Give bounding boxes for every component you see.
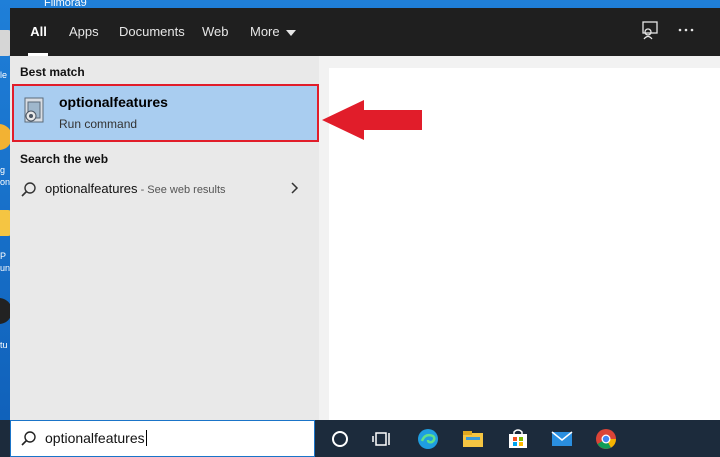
see-web-results-hint: - See web results	[137, 184, 226, 196]
start-search-panel: All Apps Documents Web More Best match o…	[10, 8, 720, 420]
text-caret	[145, 430, 147, 446]
search-input-text[interactable]: optionalfeatures	[45, 430, 147, 446]
desktop-icon-label-fragment: tu	[0, 340, 8, 350]
desktop-icon-label-fragment: P	[0, 251, 7, 261]
tab-label: Apps	[69, 24, 99, 39]
red-arrow-annotation	[322, 100, 422, 140]
desktop-icon-label-fragment: on	[0, 177, 11, 187]
web-result-text: optionalfeatures - See web results	[45, 181, 226, 196]
feedback-icon[interactable]	[638, 20, 662, 44]
best-match-subtitle: Run command	[59, 117, 138, 131]
desktop-icon-label-fragment: le	[0, 70, 8, 80]
cortana-icon[interactable]	[328, 427, 352, 451]
search-results-list: Best match optionalfeatures Run command …	[10, 56, 319, 420]
file-explorer-icon[interactable]	[461, 427, 485, 451]
chevron-down-icon	[285, 29, 296, 36]
run-command-icon	[22, 96, 48, 126]
desktop-icon-label-fragment: g	[0, 165, 6, 175]
taskbar-search-box[interactable]: optionalfeatures	[10, 420, 315, 457]
search-scope-tabs: All Apps Documents Web More	[10, 8, 720, 56]
tab-label: Web	[202, 24, 229, 39]
search-the-web-heading: Search the web	[20, 152, 109, 166]
chevron-right-icon[interactable]	[290, 181, 300, 198]
more-options-icon[interactable]	[674, 20, 698, 44]
tab-all[interactable]: All	[10, 8, 67, 56]
tab-label: All	[30, 24, 47, 39]
tab-more[interactable]: More	[250, 8, 296, 56]
best-match-title: optionalfeatures	[59, 94, 168, 110]
search-input-value: optionalfeatures	[45, 430, 145, 446]
taskbar: optionalfeatures	[0, 420, 720, 457]
search-icon	[21, 182, 36, 197]
web-query: optionalfeatures	[45, 181, 138, 196]
tab-label: Documents	[119, 24, 185, 39]
store-icon[interactable]	[506, 427, 530, 451]
mail-icon[interactable]	[550, 427, 574, 451]
tab-documents[interactable]: Documents	[119, 8, 185, 56]
best-match-heading: Best match	[20, 65, 85, 79]
tab-apps[interactable]: Apps	[69, 8, 99, 56]
desktop-icon-label-fragment: un	[0, 263, 11, 273]
task-view-icon[interactable]	[371, 427, 395, 451]
tab-web[interactable]: Web	[202, 8, 229, 56]
search-icon	[21, 431, 36, 446]
edge-icon[interactable]	[416, 427, 440, 451]
best-match-result[interactable]: optionalfeatures Run command	[12, 84, 319, 142]
web-search-result[interactable]: optionalfeatures - See web results	[10, 176, 319, 204]
chrome-icon[interactable]	[594, 427, 618, 451]
tab-label: More	[250, 24, 280, 39]
